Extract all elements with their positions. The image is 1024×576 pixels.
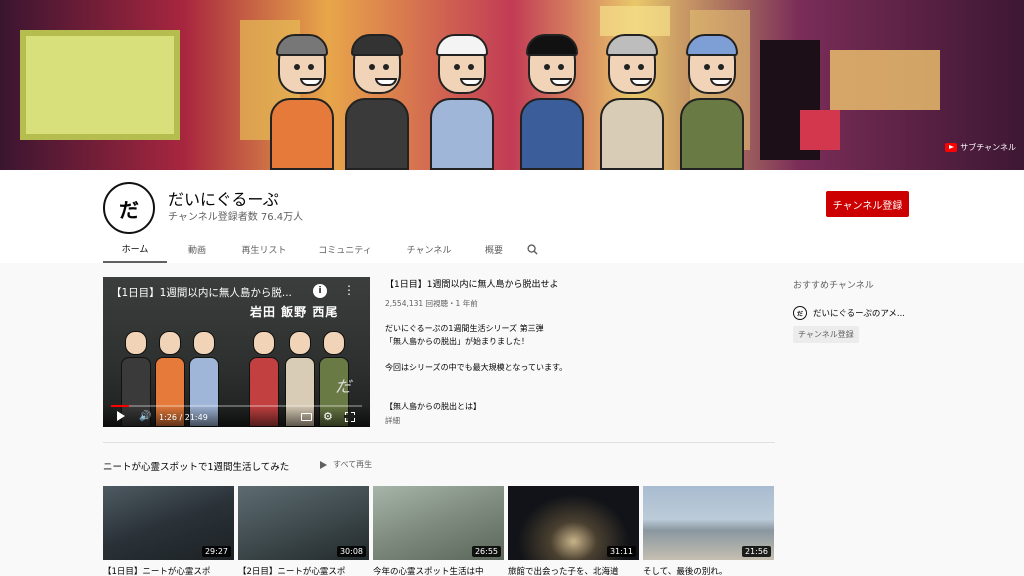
play-icon[interactable] [117,411,125,421]
channel-banner: サブチャンネル [0,0,1024,170]
avatar-logo-text: だ [119,197,139,222]
featured-video-player[interactable]: 【1日目】1週間以内に無人島から脱... i ⋮ 岩田 飯野 西尾 だ 🔊 1:… [103,277,370,427]
subscribe-button[interactable]: チャンネル登録 [826,191,909,217]
video-card[interactable]: 29:27 【1日目】ニートが心霊スポ [103,486,234,576]
video-thumbnail[interactable]: 30:08 [238,486,369,560]
playlist-title[interactable]: ニートが心霊スポットで1週間生活してみた [103,459,289,473]
channel-header: だ だいにぐるーぷ チャンネル登録者数 76.4万人 チャンネル登録 ホーム 動… [0,170,1024,263]
channel-tabs: ホーム 動画 再生リスト コミュニティ チャンネル 概要 [103,236,545,263]
video-card[interactable]: 26:55 今年の心霊スポット生活は中 [373,486,504,576]
search-icon [526,244,538,255]
desc-line [385,374,765,387]
video-title[interactable]: 【1日目】ニートが心霊スポ [103,565,234,576]
tab-home[interactable]: ホーム [103,236,167,263]
tab-community[interactable]: コミュニティ [301,236,389,263]
play-icon [320,460,327,469]
featured-channel-avatar[interactable]: だ [793,306,807,320]
subscriber-count: チャンネル登録者数 76.4万人 [168,212,304,223]
desc-line [385,348,765,361]
sub-channel-link[interactable]: サブチャンネル [945,142,1016,153]
time-display: 1:26 / 21:49 [159,413,208,422]
video-card[interactable]: 31:11 旅館で出会った子を、北海道 [508,486,639,576]
featured-video-description: だいにぐるーぷの1週間生活シリーズ 第三弾 「無人島からの脱出」が始まりました！… [385,322,765,413]
desc-line: 「無人島からの脱出」が始まりました！ [385,337,529,346]
play-all-button[interactable]: すべて再生 [320,459,372,470]
subtitles-icon[interactable] [301,413,312,421]
more-vert-icon[interactable]: ⋮ [343,283,355,297]
video-title[interactable]: 【2日目】ニートが心霊スポ [238,565,369,576]
progress-bar[interactable] [111,405,362,407]
playlist-videos: 29:27 【1日目】ニートが心霊スポ 30:08 【2日目】ニートが心霊スポ … [103,486,774,576]
video-duration: 21:56 [741,546,771,557]
video-card[interactable]: 21:56 そして、最後の別れ。 [643,486,774,576]
desc-line: 今回はシリーズの中でも最大規模となっています。 [385,363,568,372]
video-title[interactable]: 今年の心霊スポット生活は中 [373,565,504,576]
video-thumbnail[interactable]: 26:55 [373,486,504,560]
read-more-link[interactable]: 詳細 [385,415,400,426]
desc-line: だいにぐるーぷの1週間生活シリーズ 第三弾 [385,324,544,333]
video-thumbnail[interactable]: 29:27 [103,486,234,560]
video-duration: 26:55 [471,546,501,557]
video-duration: 29:27 [201,546,231,557]
section-divider [103,442,775,443]
video-card[interactable]: 30:08 【2日目】ニートが心霊スポ [238,486,369,576]
video-thumbnail[interactable]: 21:56 [643,486,774,560]
tab-playlists[interactable]: 再生リスト [227,236,301,263]
featured-video-meta: 2,554,131 回視聴・1 年前 [385,299,478,308]
player-names-caption: 岩田 飯野 西尾 [250,305,339,319]
gear-icon[interactable]: ⚙ [323,410,333,423]
featured-video-title[interactable]: 【1日目】1週間以内に無人島から脱出せよ [385,277,558,290]
video-title[interactable]: 旅館で出会った子を、北海道 [508,565,639,576]
video-duration: 30:08 [336,546,366,557]
channel-watermark-logo: だ [335,377,352,396]
tab-channels[interactable]: チャンネル [389,236,469,263]
desc-line: 【無人島からの脱出とは】 [385,402,481,411]
featured-channel-name[interactable]: だいにぐるーぷのアメ... [813,307,905,319]
video-thumbnail[interactable]: 31:11 [508,486,639,560]
desc-line [385,387,765,400]
fullscreen-icon[interactable] [344,411,355,422]
featured-channels-title: おすすめチャンネル [793,281,874,291]
channel-avatar[interactable]: だ [103,182,155,234]
sub-channel-label: サブチャンネル [960,143,1016,152]
search-channel-button[interactable] [519,236,545,263]
featured-channel-subscribe-button[interactable]: チャンネル登録 [793,326,859,343]
video-duration: 31:11 [606,546,636,557]
info-icon[interactable]: i [313,284,327,298]
tab-about[interactable]: 概要 [469,236,519,263]
tab-videos[interactable]: 動画 [167,236,227,263]
channel-name: だいにぐるーぷ [168,190,279,209]
volume-icon[interactable]: 🔊 [139,411,151,422]
youtube-icon [945,143,958,152]
play-all-label: すべて再生 [333,460,373,469]
featured-channel-item[interactable]: だ だいにぐるーぷのアメ... [793,306,905,320]
player-overlay-title[interactable]: 【1日目】1週間以内に無人島から脱... [111,285,311,300]
video-title[interactable]: そして、最後の別れ。 [643,565,774,576]
